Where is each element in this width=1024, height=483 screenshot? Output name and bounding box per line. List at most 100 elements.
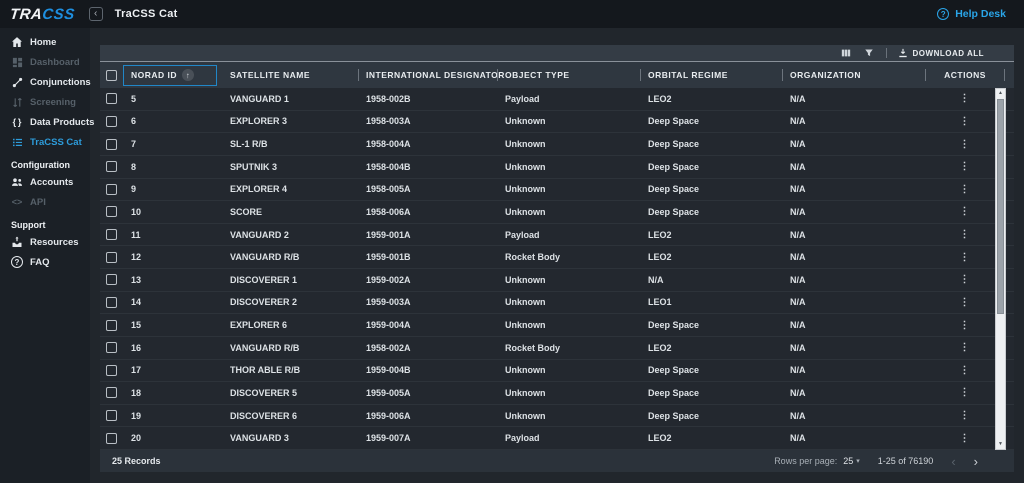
row-checkbox[interactable] bbox=[106, 139, 117, 150]
sidebar-item-accounts[interactable]: Accounts bbox=[0, 172, 90, 192]
cell-organization: N/A bbox=[782, 388, 925, 398]
row-checkbox[interactable] bbox=[106, 274, 117, 285]
row-checkbox[interactable] bbox=[106, 116, 117, 127]
sidebar-item-home[interactable]: Home bbox=[0, 32, 90, 52]
row-menu-icon[interactable]: ⋮ bbox=[925, 253, 1005, 263]
row-checkbox[interactable] bbox=[106, 342, 117, 353]
row-menu-icon[interactable]: ⋮ bbox=[925, 207, 1005, 217]
row-menu-icon[interactable]: ⋮ bbox=[925, 94, 1005, 104]
sidebar-item-data-products[interactable]: { } Data Products bbox=[0, 112, 90, 132]
column-header-organization[interactable]: ORGANIZATION bbox=[782, 62, 925, 88]
row-menu-icon[interactable]: ⋮ bbox=[925, 117, 1005, 127]
cell-satellite-name: VANGUARD 1 bbox=[222, 94, 358, 104]
column-header-object-type[interactable]: OBJECT TYPE bbox=[497, 62, 640, 88]
cell-international-designator: 1959-006A bbox=[358, 411, 497, 421]
row-checkbox[interactable] bbox=[106, 297, 117, 308]
row-menu-icon[interactable]: ⋮ bbox=[925, 411, 1005, 421]
table-row: 6 EXPLORER 3 1958-003A Unknown Deep Spac… bbox=[100, 111, 1014, 134]
sort-ascending-icon: ↑ bbox=[182, 69, 194, 81]
cell-satellite-name: VANGUARD R/B bbox=[222, 252, 358, 262]
sidebar-item-resources[interactable]: Resources bbox=[0, 232, 90, 252]
sidebar-item-api[interactable]: <> API bbox=[0, 192, 90, 212]
toolbar-divider bbox=[886, 48, 887, 58]
row-menu-icon[interactable]: ⋮ bbox=[925, 388, 1005, 398]
conjunctions-icon bbox=[11, 76, 23, 88]
row-menu-icon[interactable]: ⋮ bbox=[925, 343, 1005, 353]
cell-object-type: Rocket Body bbox=[497, 252, 640, 262]
select-all-checkbox[interactable] bbox=[106, 70, 117, 81]
row-checkbox[interactable] bbox=[106, 410, 117, 421]
download-all-label: DOWNLOAD ALL bbox=[913, 49, 984, 58]
cell-orbital-regime: Deep Space bbox=[640, 320, 782, 330]
table-row: 12 VANGUARD R/B 1959-001B Rocket Body LE… bbox=[100, 246, 1014, 269]
row-menu-icon[interactable]: ⋮ bbox=[925, 366, 1005, 376]
table-scrollbar[interactable]: ▲ ▼ bbox=[995, 88, 1006, 450]
row-checkbox[interactable] bbox=[106, 229, 117, 240]
cell-object-type: Unknown bbox=[497, 320, 640, 330]
cell-international-designator: 1959-004A bbox=[358, 320, 497, 330]
cell-object-type: Unknown bbox=[497, 207, 640, 217]
cell-organization: N/A bbox=[782, 162, 925, 172]
row-checkbox[interactable] bbox=[106, 206, 117, 217]
column-header-orbital-regime[interactable]: ORBITAL REGIME bbox=[640, 62, 782, 88]
help-desk-link[interactable]: ? Help Desk bbox=[937, 8, 1006, 20]
row-checkbox[interactable] bbox=[106, 320, 117, 331]
cell-actions: ⋮ bbox=[925, 161, 1005, 172]
row-menu-icon[interactable]: ⋮ bbox=[925, 162, 1005, 172]
sidebar-item-screening[interactable]: Screening bbox=[0, 92, 90, 112]
previous-page-button[interactable]: ‹ bbox=[951, 455, 955, 468]
row-select-cell bbox=[100, 410, 123, 421]
row-checkbox[interactable] bbox=[106, 252, 117, 263]
row-checkbox[interactable] bbox=[106, 161, 117, 172]
table-row: 17 THOR ABLE R/B 1959-004B Unknown Deep … bbox=[100, 360, 1014, 383]
row-select-cell bbox=[100, 297, 123, 308]
row-menu-icon[interactable]: ⋮ bbox=[925, 298, 1005, 308]
column-header-satellite-name[interactable]: SATELLITE NAME bbox=[222, 62, 358, 88]
sidebar-item-label: Resources bbox=[30, 237, 79, 248]
row-checkbox[interactable] bbox=[106, 184, 117, 195]
scrollbar-down-arrow-icon[interactable]: ▼ bbox=[996, 440, 1005, 449]
cell-actions: ⋮ bbox=[925, 116, 1005, 127]
column-label: SATELLITE NAME bbox=[230, 70, 310, 80]
sidebar-section-configuration: Configuration bbox=[0, 158, 90, 172]
cell-orbital-regime: Deep Space bbox=[640, 184, 782, 194]
cell-organization: N/A bbox=[782, 139, 925, 149]
download-all-button[interactable]: DOWNLOAD ALL bbox=[898, 48, 984, 58]
sidebar-item-faq[interactable]: ? FAQ bbox=[0, 252, 90, 272]
cell-actions: ⋮ bbox=[925, 387, 1005, 398]
table-row: 16 VANGUARD R/B 1958-002A Rocket Body LE… bbox=[100, 337, 1014, 360]
row-checkbox[interactable] bbox=[106, 433, 117, 444]
columns-icon[interactable] bbox=[840, 47, 852, 59]
row-menu-icon[interactable]: ⋮ bbox=[925, 185, 1005, 195]
cell-international-designator: 1959-001B bbox=[358, 252, 497, 262]
row-checkbox[interactable] bbox=[106, 387, 117, 398]
column-header-international-designator[interactable]: INTERNATIONAL DESIGNATOR bbox=[358, 62, 497, 88]
row-menu-icon[interactable]: ⋮ bbox=[925, 275, 1005, 285]
row-menu-icon[interactable]: ⋮ bbox=[925, 321, 1005, 331]
sidebar-item-conjunctions[interactable]: Conjunctions bbox=[0, 72, 90, 92]
row-checkbox[interactable] bbox=[106, 365, 117, 376]
row-select-cell bbox=[100, 433, 123, 444]
sidebar-item-label: Home bbox=[30, 37, 56, 48]
cell-satellite-name: SPUTNIK 3 bbox=[222, 162, 358, 172]
sidebar-item-dashboard[interactable]: Dashboard bbox=[0, 52, 90, 72]
table-toolbar: DOWNLOAD ALL bbox=[100, 45, 1014, 62]
row-menu-icon[interactable]: ⋮ bbox=[925, 140, 1005, 150]
row-checkbox[interactable] bbox=[106, 93, 117, 104]
row-menu-icon[interactable]: ⋮ bbox=[925, 434, 1005, 444]
filter-icon[interactable] bbox=[863, 47, 875, 59]
catalog-list-icon bbox=[11, 136, 23, 148]
column-header-norad-id[interactable]: NORAD ID ↑ bbox=[123, 62, 222, 88]
row-select-cell bbox=[100, 252, 123, 263]
row-menu-icon[interactable]: ⋮ bbox=[925, 230, 1005, 240]
next-page-button[interactable]: › bbox=[974, 455, 978, 468]
cell-object-type: Unknown bbox=[497, 411, 640, 421]
sidebar-collapse-button[interactable]: ‹ bbox=[89, 7, 103, 21]
rows-per-page-select[interactable]: 25 ▾ bbox=[843, 456, 860, 466]
cell-international-designator: 1958-005A bbox=[358, 184, 497, 194]
sidebar-item-tracss-cat[interactable]: TraCSS Cat bbox=[0, 132, 90, 152]
scrollbar-up-arrow-icon[interactable]: ▲ bbox=[996, 89, 1005, 98]
scrollbar-thumb[interactable] bbox=[997, 99, 1004, 314]
cell-international-designator: 1959-001A bbox=[358, 230, 497, 240]
cell-norad-id: 15 bbox=[123, 320, 222, 330]
